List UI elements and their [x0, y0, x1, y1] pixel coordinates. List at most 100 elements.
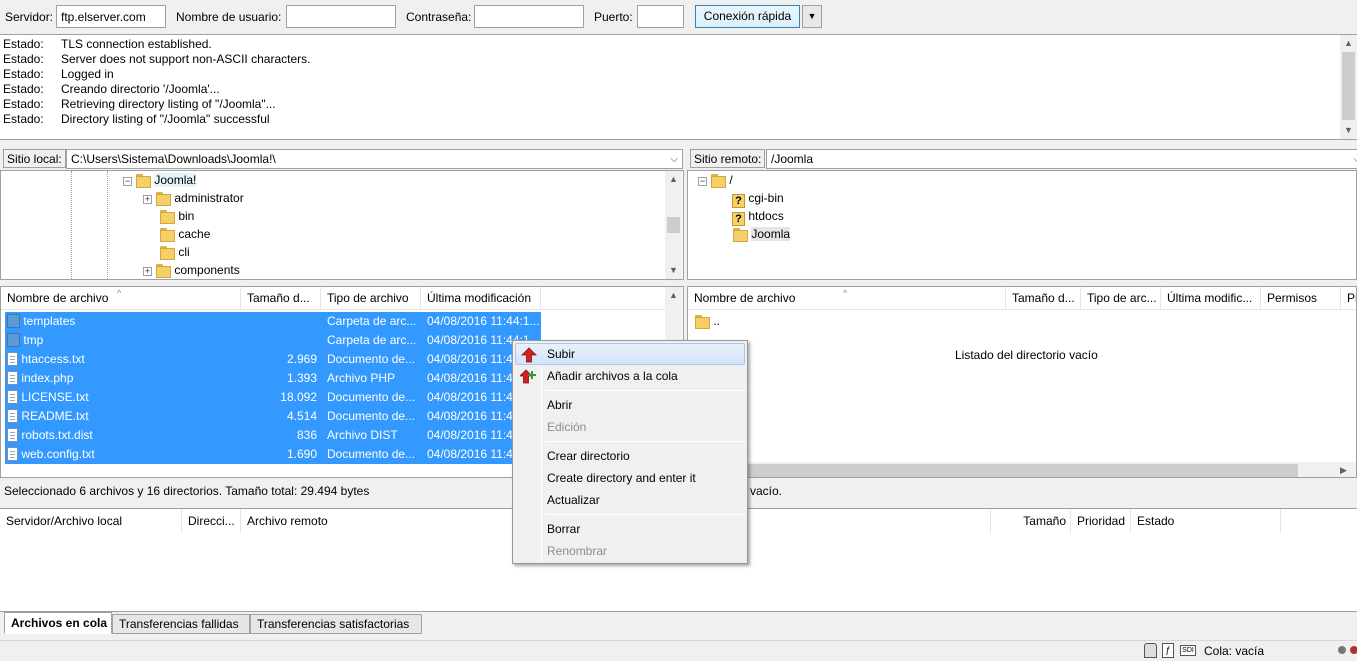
scroll-up-icon[interactable]: ▲	[665, 171, 682, 188]
scroll-down-icon[interactable]: ▼	[665, 262, 682, 279]
column-header-type[interactable]: Tipo de archivo	[321, 287, 421, 310]
local-tree-scrollbar[interactable]: ▲ ▼	[665, 171, 682, 279]
scroll-thumb[interactable]	[728, 464, 1298, 477]
column-header-name[interactable]: Nombre de archivo ^	[688, 287, 1006, 310]
table-row[interactable]: templates Carpeta de arc... 04/08/2016 1…	[5, 312, 541, 331]
unknown-folder-icon: ?	[732, 194, 745, 208]
column-header-direction[interactable]: Direcci...	[182, 509, 241, 533]
table-row[interactable]: robots.txt.dist 836 Archivo DIST 04/08/2…	[5, 426, 541, 445]
folder-icon	[7, 314, 20, 328]
menu-item-upload[interactable]: Subir	[515, 343, 745, 365]
column-header-modified[interactable]: Última modific...	[1161, 287, 1261, 310]
text-file-icon	[7, 409, 18, 423]
file-icon	[7, 428, 18, 442]
table-row[interactable]: LICENSE.txt 18.092 Documento de... 04/08…	[5, 388, 541, 407]
column-header-type[interactable]: Tipo de arc...	[1081, 287, 1161, 310]
table-row[interactable]: web.config.txt 1.690 Documento de... 04/…	[5, 445, 541, 464]
scroll-thumb[interactable]	[1342, 52, 1355, 120]
log-line: Estado: Retrieving directory listing of "…	[3, 97, 276, 111]
menu-item-create-directory[interactable]: Crear directorio	[515, 445, 745, 467]
log-scrollbar[interactable]: ▲ ▼	[1340, 35, 1357, 139]
password-input[interactable]	[474, 5, 584, 28]
port-label: Puerto:	[594, 10, 633, 24]
server-input[interactable]	[56, 5, 166, 28]
column-header-status[interactable]: Estado	[1131, 509, 1281, 533]
menu-item-add-to-queue[interactable]: Añadir archivos a la cola	[515, 365, 745, 387]
server-label: Servidor:	[5, 10, 54, 24]
column-header-permissions[interactable]: Permisos	[1261, 287, 1341, 310]
local-path-combo[interactable]: C:\Users\Sistema\Downloads\Joomla!\ ⌵	[66, 149, 683, 169]
collapse-icon: −	[123, 176, 132, 186]
scroll-thumb[interactable]	[667, 217, 680, 233]
local-list-header: Nombre de archivo ^ Tamaño d... Tipo de a…	[1, 287, 667, 310]
tab-queued-files[interactable]: Archivos en cola	[4, 612, 112, 634]
remote-tree: − / ? cgi-bin ? htdocs Joomla	[687, 170, 1357, 280]
menu-item-open[interactable]: Abrir	[515, 394, 745, 416]
tab-successful-transfers[interactable]: Transferencias satisfactorias	[250, 614, 422, 634]
folder-icon	[694, 314, 710, 329]
menu-item-create-directory-enter[interactable]: Create directory and enter it	[515, 467, 745, 489]
scroll-up-icon[interactable]: ▲	[665, 287, 682, 304]
scroll-right-icon[interactable]: ▶	[1340, 462, 1347, 477]
menu-item-refresh[interactable]: Actualizar	[515, 489, 745, 511]
tree-node-bin[interactable]: bin	[159, 207, 194, 225]
column-header-size[interactable]: Tamaño d...	[1006, 287, 1081, 310]
tree-node-components[interactable]: + components	[143, 261, 240, 279]
tree-node-cli[interactable]: cli	[159, 243, 190, 261]
column-header-local-file[interactable]: Servidor/Archivo local	[0, 509, 182, 533]
password-label: Contraseña:	[406, 10, 472, 24]
column-header-modified[interactable]: Última modificación	[421, 287, 541, 310]
quickconnect-button[interactable]: Conexión rápida	[695, 5, 800, 28]
parent-dir-row[interactable]: ..	[694, 312, 794, 331]
folder-icon	[135, 173, 151, 188]
column-header-owner[interactable]: Pr	[1341, 287, 1356, 310]
tree-node-joomla[interactable]: − Joomla!	[123, 171, 197, 189]
quickconnect-dropdown-button[interactable]: ▼	[802, 5, 822, 28]
table-row[interactable]: htaccess.txt 2.969 Documento de... 04/08…	[5, 350, 541, 369]
remote-status-text: vacío.	[750, 484, 783, 498]
folder-icon	[155, 191, 171, 206]
binary-mode-icon: ƒ	[1162, 643, 1174, 658]
menu-item-delete[interactable]: Borrar	[515, 518, 745, 540]
table-row[interactable]: tmp Carpeta de arc... 04/08/2016 11:44:1…	[5, 331, 541, 350]
scroll-up-icon[interactable]: ▲	[1340, 35, 1357, 52]
remote-list-header: Nombre de archivo ^ Tamaño d... Tipo de a…	[688, 287, 1356, 310]
folder-icon	[155, 263, 171, 278]
transfer-light-icon	[1350, 646, 1357, 654]
speed-limit-icon: SDI	[1180, 645, 1196, 656]
table-row[interactable]: README.txt 4.514 Documento de... 04/08/2…	[5, 407, 541, 426]
tree-node-htdocs[interactable]: ? htdocs	[732, 207, 784, 226]
folder-icon	[159, 245, 175, 260]
tree-node-administrator[interactable]: + administrator	[143, 189, 244, 207]
column-header-name[interactable]: Nombre de archivo ^	[1, 287, 241, 310]
remote-list-hscrollbar[interactable]: ▶	[688, 462, 1356, 477]
chevron-down-icon[interactable]: ⌵	[670, 154, 678, 165]
username-input[interactable]	[286, 5, 396, 28]
quickconnect-bar: Servidor: Nombre de usuario: Contraseña:…	[0, 0, 1357, 34]
folder-icon	[159, 209, 175, 224]
column-header-size[interactable]: Tamaño	[991, 509, 1071, 533]
column-header-priority[interactable]: Prioridad	[1071, 509, 1131, 533]
tree-node-root[interactable]: − /	[698, 171, 733, 189]
local-path-text: C:\Users\Sistema\Downloads\Joomla!\	[71, 152, 276, 166]
log-line: Estado: Creando directorio '/Joomla'...	[3, 82, 220, 96]
port-input[interactable]	[637, 5, 684, 28]
menu-item-edit: Edición	[547, 420, 587, 434]
tab-failed-transfers[interactable]: Transferencias fallidas	[112, 614, 250, 634]
scroll-down-icon[interactable]: ▼	[1340, 122, 1357, 139]
remote-path-combo[interactable]: /Joomla ⌵	[766, 149, 1357, 169]
tree-node-joomla-remote[interactable]: Joomla	[732, 225, 791, 243]
folder-icon	[159, 227, 175, 242]
context-menu: Subir Añadir archivos a la cola Abrir Ed…	[512, 340, 748, 564]
table-row[interactable]: index.php 1.393 Archivo PHP 04/08/2016 1…	[5, 369, 541, 388]
menu-item-rename: Renombrar	[547, 544, 608, 558]
queue-status-text: Cola: vacía	[1204, 644, 1265, 658]
local-site-label: Sitio local:	[3, 149, 66, 168]
folder-icon	[7, 333, 20, 347]
chevron-down-icon[interactable]: ⌵	[1353, 154, 1357, 165]
tree-node-cache[interactable]: cache	[159, 225, 210, 243]
column-header-size[interactable]: Tamaño d...	[241, 287, 321, 310]
text-file-icon	[7, 352, 18, 366]
tree-node-cgi-bin[interactable]: ? cgi-bin	[732, 189, 784, 208]
text-file-icon	[7, 447, 18, 461]
